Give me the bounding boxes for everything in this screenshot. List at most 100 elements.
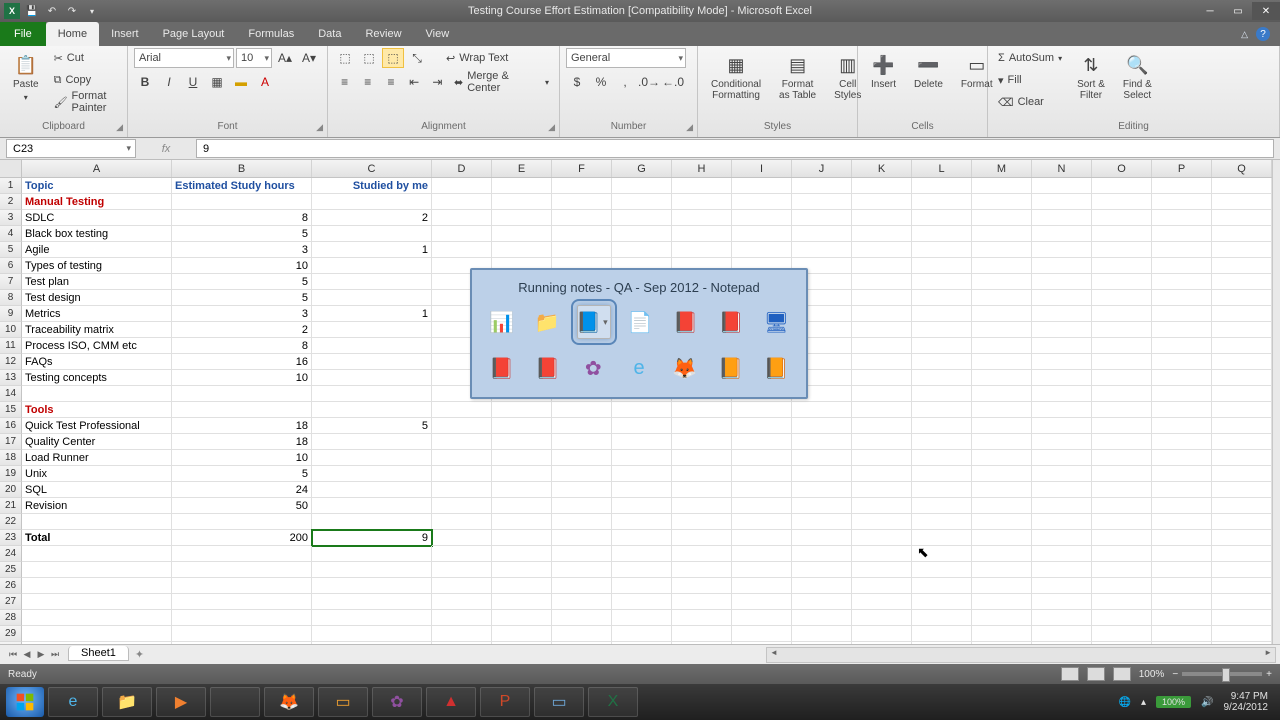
minimize-button[interactable]: ─ <box>1196 2 1224 20</box>
cell[interactable] <box>1212 482 1272 498</box>
normal-view-icon[interactable] <box>1061 667 1079 681</box>
cell[interactable] <box>672 210 732 226</box>
cell[interactable] <box>972 258 1032 274</box>
cell[interactable] <box>912 402 972 418</box>
col-header[interactable]: A <box>22 160 172 177</box>
cell[interactable] <box>1092 354 1152 370</box>
cell[interactable] <box>1092 386 1152 402</box>
cell[interactable] <box>912 274 972 290</box>
cell[interactable]: 200 <box>172 530 312 546</box>
row-header[interactable]: 14 <box>0 386 22 402</box>
dec-decimal-icon[interactable]: ←.0 <box>662 72 684 92</box>
cell[interactable] <box>1212 370 1272 386</box>
cell[interactable] <box>852 370 912 386</box>
taskbar-wmp-icon[interactable]: ▶ <box>156 687 206 717</box>
cell[interactable] <box>552 450 612 466</box>
autosum-button[interactable]: ΣAutoSum▾ <box>994 48 1066 68</box>
cell[interactable] <box>732 178 792 194</box>
cell[interactable] <box>552 514 612 530</box>
cell[interactable] <box>1152 290 1212 306</box>
cell[interactable] <box>1212 386 1272 402</box>
cell[interactable] <box>672 562 732 578</box>
cell[interactable] <box>1212 290 1272 306</box>
cell[interactable] <box>432 242 492 258</box>
cell[interactable] <box>552 498 612 514</box>
cell[interactable] <box>1092 466 1152 482</box>
cell[interactable] <box>1212 306 1272 322</box>
cell[interactable] <box>972 370 1032 386</box>
tray-network-icon[interactable]: 🌐 <box>1119 697 1131 708</box>
cell[interactable] <box>432 450 492 466</box>
qat-more-icon[interactable]: ▾ <box>84 3 100 19</box>
cell[interactable] <box>912 178 972 194</box>
cell[interactable] <box>552 466 612 482</box>
cell[interactable] <box>852 194 912 210</box>
row-header[interactable]: 4 <box>0 226 22 242</box>
number-format-select[interactable]: General <box>566 48 686 68</box>
copy-button[interactable]: ⧉Copy <box>50 70 121 90</box>
cell[interactable] <box>1212 418 1272 434</box>
cell[interactable] <box>552 626 612 642</box>
merge-center-button[interactable]: ⬌Merge & Center▾ <box>450 72 553 92</box>
cell[interactable] <box>612 434 672 450</box>
cell[interactable] <box>972 306 1032 322</box>
row-header[interactable]: 24 <box>0 546 22 562</box>
cell[interactable] <box>792 210 852 226</box>
col-header[interactable]: B <box>172 160 312 177</box>
cell[interactable] <box>1092 226 1152 242</box>
cell[interactable] <box>432 194 492 210</box>
cell[interactable] <box>1212 610 1272 626</box>
cell[interactable]: 3 <box>172 242 312 258</box>
ribbon-minimize-icon[interactable]: △ <box>1241 29 1248 40</box>
cell[interactable] <box>852 466 912 482</box>
cell[interactable] <box>732 242 792 258</box>
cell[interactable] <box>312 194 432 210</box>
cell[interactable] <box>1212 530 1272 546</box>
cell[interactable] <box>1212 226 1272 242</box>
cell[interactable] <box>552 402 612 418</box>
cell[interactable]: Load Runner <box>22 450 172 466</box>
cell[interactable] <box>972 514 1032 530</box>
cell[interactable] <box>1032 258 1092 274</box>
alttab-ppt3-icon[interactable]: 📙 <box>760 351 792 385</box>
cell[interactable] <box>852 354 912 370</box>
row-header[interactable]: 22 <box>0 514 22 530</box>
alttab-desktop-icon[interactable]: 🖥 <box>761 305 792 339</box>
cell[interactable] <box>172 626 312 642</box>
cell[interactable] <box>1152 530 1212 546</box>
cell[interactable] <box>432 178 492 194</box>
cell[interactable] <box>672 242 732 258</box>
cell[interactable] <box>852 626 912 642</box>
cell[interactable] <box>792 514 852 530</box>
cell[interactable] <box>852 258 912 274</box>
cell[interactable] <box>912 610 972 626</box>
cell[interactable] <box>432 546 492 562</box>
dec-indent-icon[interactable]: ⇤ <box>404 72 425 92</box>
bold-icon[interactable]: B <box>134 72 156 92</box>
fill-button[interactable]: ▾Fill <box>994 70 1066 90</box>
cell[interactable] <box>612 242 672 258</box>
cell[interactable] <box>312 402 432 418</box>
cell[interactable] <box>1152 370 1212 386</box>
cell[interactable] <box>912 626 972 642</box>
cell[interactable] <box>552 434 612 450</box>
cell[interactable] <box>492 418 552 434</box>
cell[interactable] <box>1092 450 1152 466</box>
cell[interactable] <box>432 514 492 530</box>
cell[interactable] <box>552 194 612 210</box>
tab-data[interactable]: Data <box>306 22 353 46</box>
cell[interactable] <box>1212 274 1272 290</box>
cell[interactable]: Quick Test Professional <box>22 418 172 434</box>
cell[interactable] <box>732 562 792 578</box>
cell[interactable] <box>1032 290 1092 306</box>
cell[interactable] <box>1212 194 1272 210</box>
tab-review[interactable]: Review <box>353 22 413 46</box>
cell[interactable] <box>552 418 612 434</box>
cell[interactable] <box>312 514 432 530</box>
cell[interactable] <box>312 626 432 642</box>
formula-bar[interactable]: 9 <box>196 139 1274 158</box>
cell[interactable] <box>552 242 612 258</box>
tab-view[interactable]: View <box>414 22 462 46</box>
col-header[interactable]: O <box>1092 160 1152 177</box>
spreadsheet-grid[interactable]: A B C D E F G H I J K L M N O P Q <box>0 160 1280 644</box>
